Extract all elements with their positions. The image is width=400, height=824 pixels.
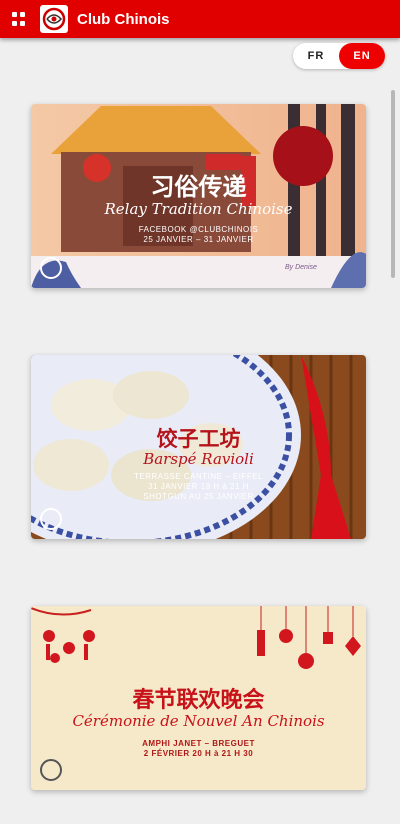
language-en-button[interactable]: EN — [339, 43, 385, 69]
language-fr-button[interactable]: FR — [293, 43, 339, 69]
signature: By Denise — [285, 264, 317, 271]
event-line-1: AMPHI JANET – BREGUET — [142, 739, 255, 748]
club-logo — [40, 5, 68, 33]
event-chinese-title: 习俗传递 — [150, 172, 247, 201]
app-title: Club Chinois — [77, 10, 170, 28]
language-toggle: FR EN — [293, 43, 385, 69]
app-bar: Club Chinois — [0, 0, 400, 38]
event-card-relay-tradition[interactable]: 习俗传递 Relay Tradition Chinoise FACEBOOK @… — [31, 104, 366, 288]
event-title: Barspé Ravioli — [143, 450, 254, 468]
event-line-1: FACEBOOK @CLUBCHINOIS — [138, 225, 259, 234]
apps-grid-icon[interactable] — [12, 12, 26, 26]
scrollbar-thumb[interactable] — [391, 90, 395, 278]
event-title: Relay Tradition Chinoise — [104, 200, 293, 218]
event-line-2: 2 FÉVRIER 20 H à 21 H 30 — [143, 749, 254, 758]
event-line-1: TERRASSE CANTINE – EIFFEL — [134, 472, 263, 481]
event-card-nouvel-an[interactable]: 春节联欢晚会 Cérémonie de Nouvel An Chinois AM… — [31, 606, 366, 790]
event-chinese-title: 饺子工坊 — [156, 426, 241, 451]
event-card-barspe-ravioli[interactable]: 饺子工坊 Barspé Ravioli TERRASSE CANTINE – E… — [31, 355, 366, 539]
event-line-2: 25 JANVIER – 31 JANVIER — [143, 235, 254, 244]
event-chinese-title: 春节联欢晚会 — [132, 687, 265, 713]
event-line-3: SHOTGUN AU 25 JANVIER — [143, 492, 254, 501]
event-title: Cérémonie de Nouvel An Chinois — [72, 712, 325, 730]
event-line-2: 31 JANVIER 19 H à 21 H — [148, 482, 249, 491]
